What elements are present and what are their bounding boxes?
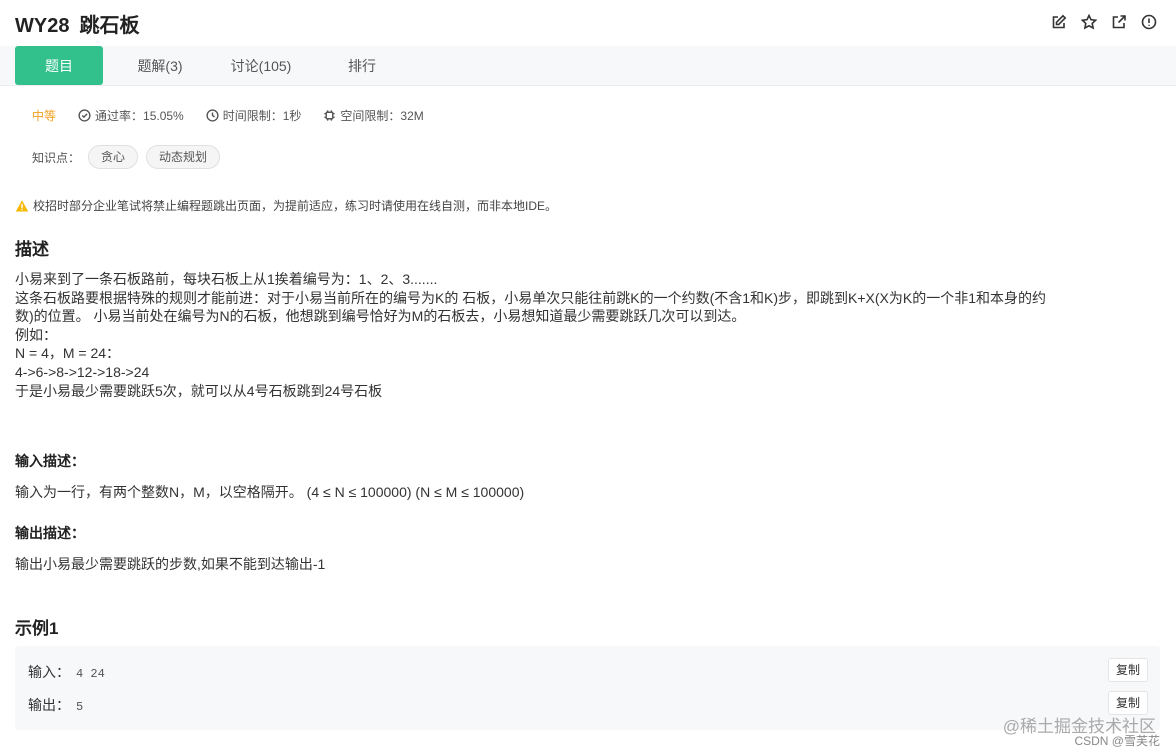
input-heading: 输入描述： bbox=[15, 453, 85, 469]
description-line: 于是小易最少需要跳跃5次，就可以从4号石板跳到24号石板 bbox=[15, 382, 383, 399]
description-line: 这条石板路要根据特殊的规则才能前进：对于小易当前所在的编号为K的 石板，小易单次… bbox=[15, 289, 1046, 306]
star-icon[interactable] bbox=[1080, 13, 1098, 31]
problem-meta: 中等 通过率：15.05% 时间限制：1秒 空间限制：32M bbox=[32, 106, 446, 124]
problem-title: WY28 跳石板 bbox=[15, 9, 139, 38]
tab-problem[interactable]: 题目 bbox=[15, 46, 103, 85]
description-line: N = 4，M = 24： bbox=[15, 345, 121, 362]
example-heading: 示例1 bbox=[15, 619, 59, 638]
example-output-row: 输出： 5 bbox=[28, 695, 83, 715]
header-actions bbox=[1050, 13, 1158, 31]
space-limit-text: 空间限制：32M bbox=[340, 108, 424, 123]
problem-id: WY28 bbox=[15, 14, 70, 37]
pass-rate-text: 通过率：15.05% bbox=[95, 108, 184, 123]
chip-icon bbox=[324, 109, 336, 121]
warning-notice: 校招时部分企业笔试将禁止编程题跳出页面，为提前适应，练习时请使用在线自测，而非本… bbox=[15, 197, 557, 214]
info-icon[interactable] bbox=[1140, 13, 1158, 31]
description-body: 小易来到了一条石板路前，每块石板上从1挨着编号为：1、2、3....... 这条… bbox=[15, 270, 1165, 400]
tag-dynamic-programming[interactable]: 动态规划 bbox=[146, 145, 221, 169]
description-heading: 描述 bbox=[15, 240, 49, 259]
watermark-csdn: CSDN @雪芙花 bbox=[1074, 734, 1160, 748]
input-text: 输入为一行，有两个整数N，M，以空格隔开。 (4 ≤ N ≤ 100000) (… bbox=[15, 484, 525, 500]
description-line: 数)的位置。 小易当前处在编号为N的石板，他想跳到编号恰好为M的石板去，小易想知… bbox=[15, 308, 746, 325]
warning-icon bbox=[15, 199, 29, 211]
page-header: WY28 跳石板 bbox=[0, 0, 1176, 46]
example-box: 输入： 4 24 复制 输出： 5 复制 bbox=[15, 646, 1160, 730]
warning-text: 校招时部分企业笔试将禁止编程题跳出页面，为提前适应，练习时请使用在线自测，而非本… bbox=[33, 199, 558, 213]
share-icon[interactable] bbox=[1110, 13, 1128, 31]
space-limit: 空间限制：32M bbox=[323, 107, 424, 124]
tab-discussion[interactable]: 讨论(105) bbox=[216, 46, 306, 86]
example-input-value: 4 24 bbox=[76, 667, 105, 681]
difficulty-badge: 中等 bbox=[32, 108, 57, 123]
clock-icon bbox=[206, 108, 219, 122]
knowledge-label: 知识点： bbox=[32, 150, 81, 165]
example-input-label: 输入： bbox=[28, 664, 70, 680]
description-line: 小易来到了一条石板路前，每块石板上从1挨着编号为：1、2、3....... bbox=[15, 271, 438, 287]
tab-bar: 题目 题解(3) 讨论(105) 排行 bbox=[0, 46, 1176, 86]
description-line: 4->6->8->12->18->24 bbox=[15, 363, 150, 380]
tag-greedy[interactable]: 贪心 bbox=[88, 145, 139, 169]
problem-name: 跳石板 bbox=[79, 14, 140, 37]
description-line: 例如： bbox=[15, 326, 57, 343]
example-input-row: 输入： 4 24 bbox=[28, 662, 105, 682]
time-limit-text: 时间限制：1秒 bbox=[222, 108, 302, 123]
output-text: 输出小易最少需要跳跃的步数,如果不能到达输出-1 bbox=[15, 556, 326, 572]
copy-input-button[interactable]: 复制 bbox=[1108, 658, 1148, 682]
edit-icon[interactable] bbox=[1050, 13, 1068, 31]
time-limit: 时间限制：1秒 bbox=[206, 107, 302, 124]
tab-solutions[interactable]: 题解(3) bbox=[122, 46, 198, 86]
example-output-label: 输出： bbox=[28, 697, 70, 713]
tab-ranking[interactable]: 排行 bbox=[330, 46, 394, 86]
pass-rate: 通过率：15.05% bbox=[78, 107, 184, 124]
check-circle-icon bbox=[78, 108, 91, 122]
example-output-value: 5 bbox=[76, 700, 84, 714]
knowledge-points: 知识点： 贪心 动态规划 bbox=[32, 145, 221, 169]
output-heading: 输出描述： bbox=[15, 525, 85, 541]
